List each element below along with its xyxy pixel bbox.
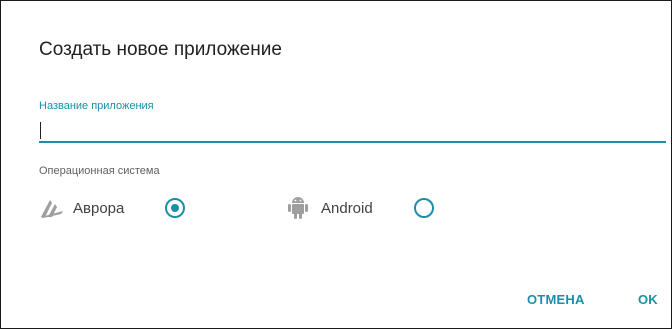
- android-radio[interactable]: [414, 198, 434, 218]
- ok-button[interactable]: OK: [638, 292, 658, 307]
- dialog-title: Создать новое приложение: [39, 39, 282, 60]
- cancel-button[interactable]: ОТМЕНА: [527, 292, 585, 307]
- aurora-logo-icon: [39, 193, 69, 223]
- os-section-label: Операционная система: [39, 165, 160, 177]
- app-name-label: Название приложения: [39, 100, 154, 112]
- app-name-input[interactable]: [39, 119, 666, 143]
- os-option-android[interactable]: Android: [287, 192, 373, 224]
- radio-selected-dot: [171, 204, 179, 212]
- os-option-label: Android: [321, 199, 373, 217]
- create-app-dialog: Создать новое приложение Название прилож…: [0, 0, 672, 329]
- text-cursor: [40, 122, 41, 139]
- os-option-label: Аврора: [73, 199, 125, 217]
- android-icon: [287, 193, 317, 223]
- os-option-aurora[interactable]: Аврора: [39, 192, 124, 224]
- aurora-radio[interactable]: [165, 198, 185, 218]
